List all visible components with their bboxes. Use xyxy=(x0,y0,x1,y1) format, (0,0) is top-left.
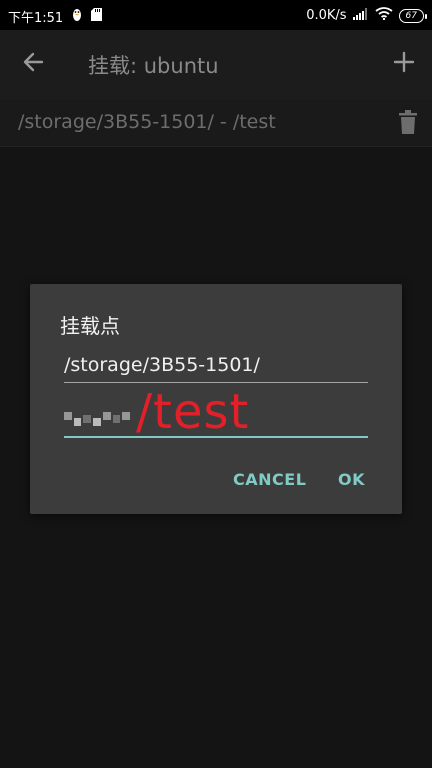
sd-card-icon xyxy=(91,8,103,25)
status-time: 下午1:51 xyxy=(8,11,64,26)
signal-icon xyxy=(352,7,369,24)
mount-item-label: /storage/3B55-1501/ - /test xyxy=(18,111,276,133)
penguin-icon xyxy=(71,8,83,26)
app-toolbar: 挂载: ubuntu xyxy=(0,30,432,100)
dialog-title: 挂载点 xyxy=(60,314,120,338)
battery-indicator: 67 xyxy=(398,8,428,23)
mount-point-dialog: 挂载点 /storage/3B55-1501/ /test CANCEL OK xyxy=(30,284,402,514)
network-speed: 0.0K/s xyxy=(306,8,347,23)
status-right: 0.0K/s 67 xyxy=(306,7,428,24)
pixelated-text xyxy=(64,412,131,428)
mount-list-item[interactable]: /storage/3B55-1501/ - /test xyxy=(0,100,432,147)
add-icon[interactable] xyxy=(390,48,418,76)
trash-icon[interactable] xyxy=(397,109,419,135)
source-path-value: /storage/3B55-1501/ xyxy=(64,354,260,376)
cancel-button[interactable]: CANCEL xyxy=(233,470,306,489)
target-path-input[interactable]: /test xyxy=(64,384,368,440)
status-bar: 下午1:51 0.0K/s 67 xyxy=(0,0,432,30)
page-title: 挂载: ubuntu xyxy=(88,54,219,78)
status-left: 下午1:51 xyxy=(8,7,103,26)
wifi-icon xyxy=(375,7,393,24)
target-path-annotation: /test xyxy=(136,384,250,440)
ok-button[interactable]: OK xyxy=(338,470,365,489)
back-arrow-icon[interactable] xyxy=(20,48,48,76)
source-path-input[interactable]: /storage/3B55-1501/ xyxy=(64,350,368,383)
